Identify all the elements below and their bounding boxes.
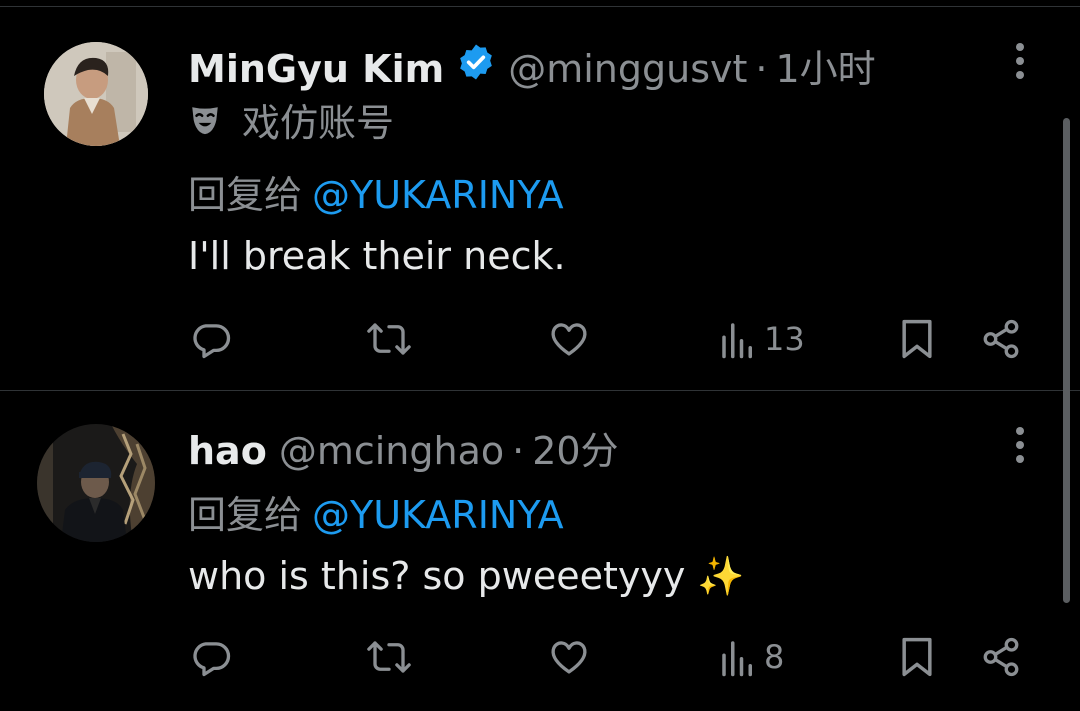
retweet-button[interactable] <box>366 632 412 682</box>
handle[interactable]: @mcinghao <box>279 429 504 473</box>
reply-mention-link[interactable]: @YUKARINYA <box>312 173 564 217</box>
tweet-text: who is this? so pweeetyyy ✨ <box>188 554 745 598</box>
share-button[interactable] <box>980 314 1022 364</box>
views-icon <box>718 318 758 360</box>
scrollbar[interactable] <box>1063 118 1070 603</box>
parody-label: 戏仿账号 <box>188 96 394 145</box>
separator: · <box>512 429 525 473</box>
more-icon[interactable] <box>1006 40 1034 84</box>
share-button[interactable] <box>980 632 1022 682</box>
bookmark-button[interactable] <box>898 632 936 682</box>
top-divider <box>0 6 1080 7</box>
more-icon[interactable] <box>1006 424 1034 468</box>
reply-prefix: 回复给 <box>188 493 303 537</box>
views-count: 13 <box>764 320 805 358</box>
views-button[interactable]: 8 <box>718 632 784 682</box>
bookmark-icon <box>898 635 936 679</box>
like-icon <box>548 636 590 678</box>
reply-context: 回复给 @YUKARINYA <box>188 164 564 219</box>
separator: · <box>755 47 768 91</box>
views-button[interactable]: 13 <box>718 314 805 364</box>
views-icon <box>718 636 758 678</box>
timestamp[interactable]: 1小时 <box>775 38 875 93</box>
handle[interactable]: @minggusvt <box>508 47 747 91</box>
reply-prefix: 回复给 <box>188 173 303 217</box>
like-button[interactable] <box>548 314 590 364</box>
verified-icon[interactable] <box>456 42 496 82</box>
tweet-text: I'll break their neck. <box>188 234 566 278</box>
retweet-icon <box>366 636 412 678</box>
comment-icon <box>190 318 232 360</box>
views-count: 8 <box>764 638 785 676</box>
tweet-divider <box>0 390 1080 391</box>
like-button[interactable] <box>548 632 590 682</box>
comment-icon <box>190 636 232 678</box>
tweet-header: hao @mcinghao · 20分 <box>188 420 619 473</box>
timestamp[interactable]: 20分 <box>532 420 618 475</box>
display-name[interactable]: MinGyu Kim <box>188 47 444 91</box>
reply-button[interactable] <box>190 632 232 682</box>
tweet-actions: 8 <box>0 632 1080 682</box>
bookmark-icon <box>898 317 936 361</box>
bookmark-button[interactable] <box>898 314 936 364</box>
reply-mention-link[interactable]: @YUKARINYA <box>312 493 564 537</box>
avatar[interactable] <box>44 42 148 146</box>
avatar[interactable] <box>37 424 155 542</box>
tweet-header: MinGyu Kim @minggusvt · 1小时 <box>188 38 876 91</box>
theater-mask-icon <box>188 102 222 136</box>
tweet-actions: 13 <box>0 314 1080 364</box>
retweet-icon <box>366 318 412 360</box>
share-icon <box>980 318 1022 360</box>
retweet-button[interactable] <box>366 314 412 364</box>
reply-button[interactable] <box>190 314 232 364</box>
reply-context: 回复给 @YUKARINYA <box>188 484 564 539</box>
like-icon <box>548 318 590 360</box>
share-icon <box>980 636 1022 678</box>
parody-label-text: 戏仿账号 <box>242 100 395 145</box>
tweet-feed: MinGyu Kim @minggusvt · 1小时 戏仿账号 回复给 @YU… <box>0 0 1080 711</box>
display-name[interactable]: hao <box>188 429 267 473</box>
